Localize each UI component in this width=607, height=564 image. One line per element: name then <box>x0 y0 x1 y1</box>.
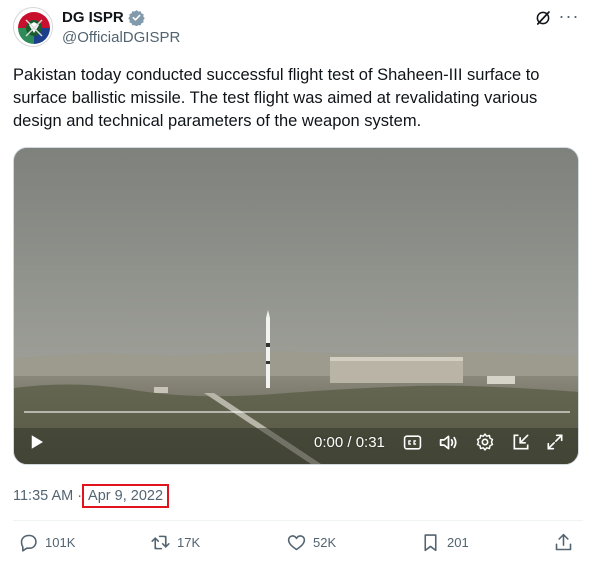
repost-button[interactable]: 17K <box>150 532 200 553</box>
tweet-text: Pakistan today conducted successful flig… <box>13 66 540 130</box>
video-progress-bar[interactable] <box>24 411 570 413</box>
divider <box>13 520 583 521</box>
display-name[interactable]: DG ISPR <box>62 9 124 26</box>
verified-badge-icon <box>127 10 145 26</box>
heart-icon <box>287 535 306 551</box>
share-icon <box>555 533 572 551</box>
repost-count: 17K <box>177 535 201 550</box>
reply-icon <box>20 534 37 552</box>
tweet-date[interactable]: Apr 9, 2022 <box>82 484 170 508</box>
more-options-icon[interactable]: ··· <box>557 5 581 29</box>
share-button[interactable] <box>553 532 574 553</box>
bookmark-icon <box>424 534 437 552</box>
video-time: 0:00 / 0:31 <box>314 433 385 451</box>
fullscreen-button[interactable] <box>544 430 566 454</box>
author-handle[interactable]: @OfficialDGISPR <box>62 29 180 46</box>
volume-icon <box>439 435 457 449</box>
tweet-time[interactable]: 11:35 AM <box>13 488 73 504</box>
fullscreen-icon <box>547 434 563 450</box>
pip-icon <box>513 434 529 450</box>
reply-button[interactable]: 101K <box>18 532 75 553</box>
play-icon <box>31 435 43 449</box>
play-button[interactable] <box>26 430 48 454</box>
like-count: 52K <box>313 535 337 550</box>
settings-button[interactable] <box>474 430 496 454</box>
settings-icon <box>476 433 494 451</box>
bookmark-button[interactable]: 201 <box>420 532 469 553</box>
tweet-card: DG ISPR @OfficialDGISPR ··· Pakistan tod… <box>0 0 607 564</box>
captions-button[interactable] <box>402 430 422 454</box>
ispr-emblem-icon <box>15 9 52 46</box>
picture-in-picture-button[interactable] <box>510 430 532 454</box>
tweet-timestamp: 11:35 AM · Apr 9, 2022 <box>13 484 170 508</box>
grok-icon[interactable] <box>534 9 552 27</box>
author-name-row: DG ISPR <box>62 9 145 26</box>
repost-icon <box>151 535 170 550</box>
cc-icon <box>403 434 421 450</box>
reply-count: 101K <box>45 535 76 550</box>
bookmark-count: 201 <box>447 535 469 550</box>
volume-button[interactable] <box>436 430 460 454</box>
like-button[interactable]: 52K <box>286 532 336 553</box>
video-frame <box>14 148 578 464</box>
video-player[interactable]: 0:00 / 0:31 <box>13 147 579 465</box>
avatar[interactable] <box>13 7 53 47</box>
